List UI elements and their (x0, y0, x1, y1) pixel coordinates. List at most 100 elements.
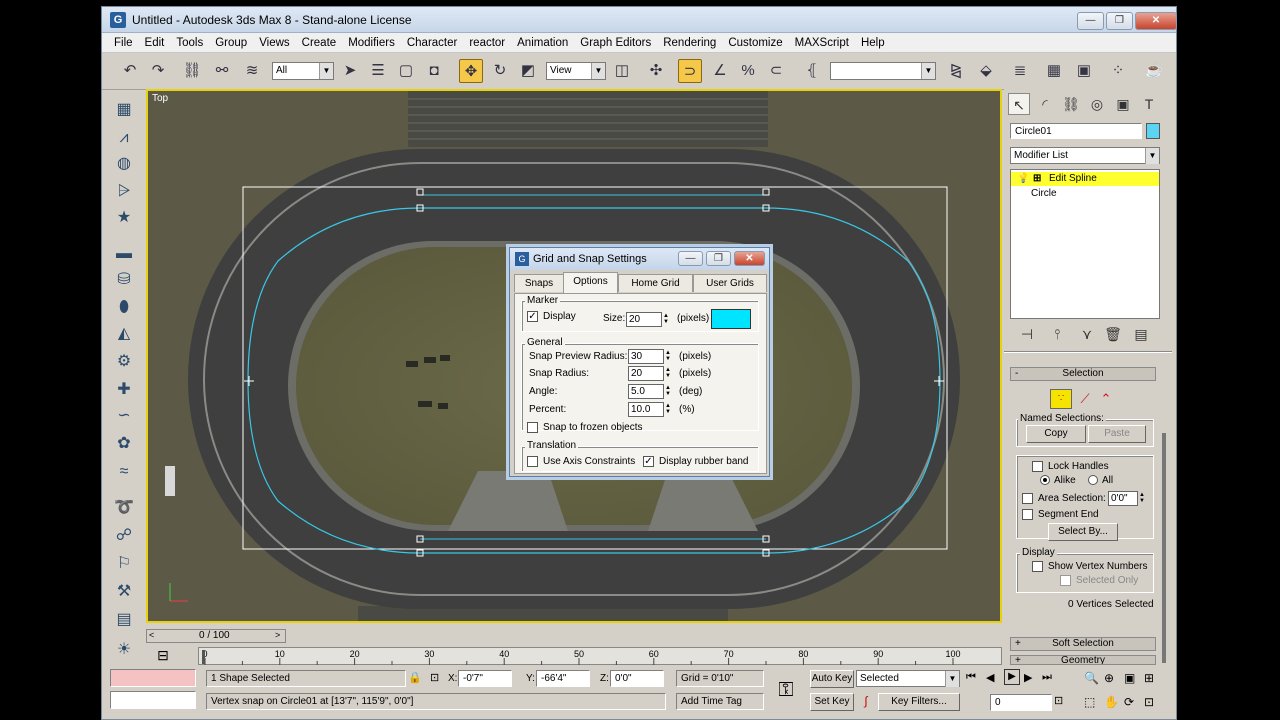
named-selection-dropdown[interactable]: ▼ (830, 62, 936, 80)
spring-icon[interactable]: ➰ (112, 497, 136, 519)
cross-icon[interactable]: ✚ (112, 379, 136, 401)
wave-icon[interactable]: ≈ (112, 461, 136, 483)
curve-icon[interactable]: ∫ (858, 694, 874, 710)
schematic-view-icon[interactable]: ▣ (1072, 59, 1096, 83)
restore-button[interactable]: ❐ (1106, 12, 1133, 30)
key-icon[interactable]: ⚿ (768, 675, 804, 705)
configure-sets-icon[interactable]: ▤ (1130, 323, 1152, 345)
menu-character[interactable]: Character (401, 33, 464, 53)
sphere-icon[interactable]: ◍ (112, 153, 136, 175)
viewport-label[interactable]: Top (152, 93, 168, 104)
prev-frame-icon[interactable]: ◀ (986, 671, 994, 684)
auto-key-button[interactable]: Auto Key (810, 670, 854, 688)
edit-named-sel-icon[interactable]: ⦃ (800, 59, 824, 83)
snap-radius-spinner[interactable]: 20 ▲ ▼ (628, 366, 671, 381)
manipulate-icon[interactable]: ✣ (644, 59, 668, 83)
select-by-name-icon[interactable]: ☰ (366, 59, 390, 83)
current-frame-field[interactable]: 0 (990, 694, 1052, 711)
menu-help[interactable]: Help (855, 33, 891, 53)
zoom-icon[interactable]: 🔍 (1084, 671, 1099, 685)
mirror-icon[interactable]: ⧎ (944, 59, 968, 83)
window-crossing-icon[interactable]: ◘ (422, 59, 446, 83)
marker-color-swatch[interactable] (711, 309, 751, 329)
spinner-arrows-icon[interactable]: ▲ ▼ (665, 385, 673, 398)
set-key-button[interactable]: Set Key (810, 693, 854, 711)
display-checkbox[interactable]: ✓ (527, 311, 538, 322)
pivot-center-icon[interactable]: ◫ (610, 59, 634, 83)
modify-tab-icon[interactable]: ◜ (1034, 93, 1056, 115)
box-icon[interactable]: ▦ (112, 99, 136, 121)
percent-spinner[interactable]: 10.0 ▲ ▼ (628, 402, 671, 417)
select-object-icon[interactable]: ➤ (338, 59, 362, 83)
add-time-tag-field[interactable]: Add Time Tag (676, 693, 764, 710)
alike-radio[interactable] (1040, 475, 1050, 485)
cylinder-icon[interactable]: ⛁ (112, 269, 136, 291)
maxscript-listener[interactable] (110, 669, 196, 687)
absolute-mode-icon[interactable]: ⊡ (430, 671, 439, 684)
menu-animation[interactable]: Animation (511, 33, 574, 53)
layer-manager-icon[interactable]: ≣ (1008, 59, 1032, 83)
zoom-extents-icon[interactable]: ▣ (1124, 671, 1135, 685)
selection-rollout-header[interactable]: - Selection (1010, 367, 1156, 381)
menu-edit[interactable]: Edit (139, 33, 171, 53)
sheet-icon[interactable]: ▤ (112, 609, 136, 631)
spinner-snap-icon[interactable]: ⊂ (764, 59, 788, 83)
arc-rotate-icon[interactable]: ⟳ (1124, 695, 1134, 709)
area-selection-checkbox[interactable] (1022, 493, 1033, 504)
star-icon[interactable]: ★ (112, 207, 136, 229)
expand-icon[interactable]: ⊞ (1033, 173, 1041, 185)
pan-icon[interactable]: ✋ (1104, 695, 1119, 709)
stack-item-edit-spline[interactable]: 💡 ⊞ Edit Spline (1011, 172, 1159, 186)
object-color-swatch[interactable] (1146, 123, 1160, 139)
bone-icon[interactable]: ☍ (112, 525, 136, 547)
paste-button[interactable]: Paste (1088, 425, 1146, 443)
dialog-minimize-button[interactable]: — (678, 251, 703, 266)
modifier-list-dropdown[interactable]: Modifier List ▼ (1010, 147, 1160, 164)
curve-editor-icon[interactable]: ▦ (1042, 59, 1066, 83)
menu-tools[interactable]: Tools (170, 33, 209, 53)
menu-create[interactable]: Create (296, 33, 343, 53)
create-tab-icon[interactable]: ↖ (1008, 93, 1030, 115)
lock-handles-checkbox[interactable] (1032, 461, 1043, 472)
zoom-region-icon[interactable]: ⬚ (1084, 695, 1095, 709)
menu-customize[interactable]: Customize (722, 33, 788, 53)
key-filters-button[interactable]: Key Filters... (878, 693, 960, 711)
track-bar[interactable]: 0 10 20 30 40 50 60 70 80 90 100 (198, 647, 1002, 665)
angle-snap-icon[interactable]: ∠ (708, 59, 732, 83)
time-slider[interactable]: < 0 / 100 > (146, 629, 286, 643)
menu-group[interactable]: Group (209, 33, 253, 53)
snap-frozen-checkbox[interactable] (527, 422, 538, 433)
y-coord-field[interactable]: -66'4" (536, 670, 590, 687)
move-icon[interactable]: ✥ (459, 59, 483, 83)
geometry-rollout-header[interactable]: + Geometry (1010, 655, 1156, 665)
gear-icon[interactable]: ⚙ (112, 351, 136, 373)
z-coord-field[interactable]: 0'0" (610, 670, 664, 687)
maximize-viewport-icon[interactable]: ⊡ (1144, 695, 1154, 709)
maxscript-mini-listener[interactable] (110, 691, 196, 709)
box2-icon[interactable]: ▬ (112, 243, 136, 265)
segment-end-checkbox[interactable] (1022, 509, 1033, 520)
key-mode-dropdown[interactable]: Selected ▼ (856, 670, 960, 687)
goto-end-icon[interactable]: ⏭ (1042, 671, 1052, 684)
tab-options[interactable]: Options (563, 272, 618, 293)
spinner-arrows-icon[interactable]: ▲ ▼ (665, 367, 673, 380)
spinner-arrows-icon[interactable]: ▲ ▼ (1139, 492, 1147, 505)
scale-icon[interactable]: ◩ (516, 59, 540, 83)
undo-icon[interactable]: ↶ (118, 59, 142, 83)
segment-mode-icon[interactable]: ⟋ (1076, 389, 1094, 409)
rotate-icon[interactable]: ↻ (488, 59, 512, 83)
track-view-icon[interactable]: ⊟ (152, 647, 174, 665)
hierarchy-tab-icon[interactable]: ⛓ (1060, 93, 1082, 115)
flag-icon[interactable]: ⚐ (112, 553, 136, 575)
spinner-arrows-icon[interactable]: ▲ ▼ (665, 403, 673, 416)
align-icon[interactable]: ⬙ (974, 59, 998, 83)
menu-reactor[interactable]: reactor (463, 33, 511, 53)
slider-prev-icon[interactable]: < (149, 630, 154, 640)
select-link-icon[interactable]: ⛓ (180, 59, 204, 83)
menu-maxscript[interactable]: MAXScript (789, 33, 855, 53)
time-marker[interactable] (202, 650, 205, 664)
select-by-button[interactable]: Select By... (1048, 523, 1118, 541)
selected-only-checkbox[interactable] (1060, 575, 1071, 586)
snap-preview-radius-spinner[interactable]: 30 ▲ ▼ (628, 349, 671, 364)
percent-snap-icon[interactable]: % (736, 59, 760, 83)
